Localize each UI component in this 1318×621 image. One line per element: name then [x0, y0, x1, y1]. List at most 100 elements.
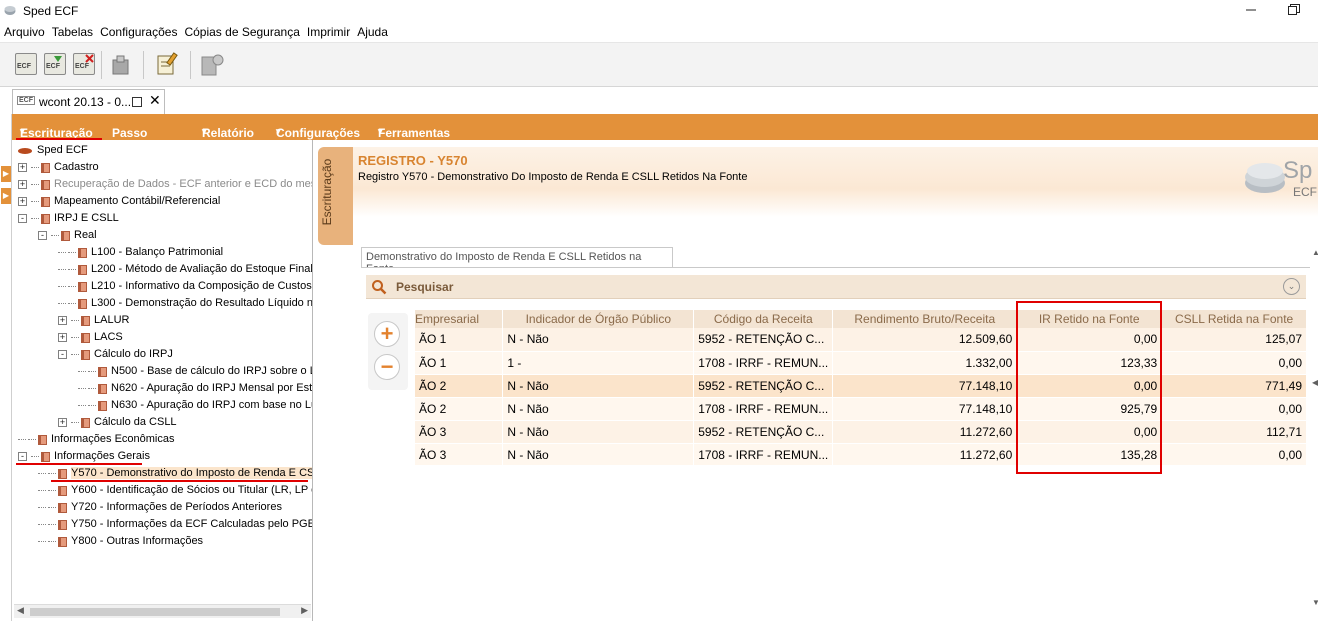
table-cell[interactable]: 77.148,10 — [832, 374, 1018, 398]
tree-item[interactable]: + Recuperação de Dados - ECF anterior e E… — [18, 176, 312, 193]
tree-item[interactable]: L210 - Informativo da Composição de Cust… — [58, 278, 312, 295]
tree-item[interactable]: N620 - Apuração do IRPJ Mensal por Estim — [78, 380, 312, 397]
table-cell[interactable]: ÃO 3 — [415, 420, 504, 444]
table-cell[interactable]: 125,07 — [1161, 328, 1307, 352]
menu-arquivo[interactable]: Arquivo — [0, 22, 48, 39]
table-cell[interactable]: 0,00 — [1161, 443, 1307, 465]
column-header[interactable]: Empresarial — [415, 310, 504, 328]
table-cell[interactable]: ÃO 3 — [415, 443, 504, 465]
tree-item[interactable]: + LACS — [58, 329, 123, 346]
table-cell[interactable]: N - Não — [502, 420, 695, 444]
scroll-up-icon[interactable]: ▲ — [1312, 248, 1318, 257]
table-cell[interactable]: 11.272,60 — [832, 420, 1018, 444]
table-cell[interactable]: ÃO 2 — [415, 374, 504, 398]
menu-copias-de-seguranca[interactable]: Cópias de Segurança — [180, 22, 302, 39]
table-row[interactable]: ÃO 2N - Não 5952 - RETENÇÃO C... 77.148,10… — [415, 374, 1307, 398]
table-cell[interactable]: 771,49 — [1161, 374, 1307, 398]
tree-expander-icon[interactable]: - — [58, 350, 67, 359]
new-ecf-button[interactable]: ECF — [15, 53, 37, 75]
add-row-button[interactable]: + — [374, 321, 400, 347]
table-row[interactable]: ÃO 1N - Não 5952 - RETENÇÃO C... 12.509,60… — [415, 328, 1307, 352]
menu-imprimir[interactable]: Imprimir — [303, 22, 353, 39]
chevron-down-icon[interactable]: ⌄ — [1283, 278, 1300, 295]
scroll-right-icon[interactable]: ▶ — [301, 605, 308, 616]
table-cell[interactable]: ÃO 2 — [415, 397, 504, 421]
tree-item[interactable]: Sped ECF — [18, 142, 88, 159]
table-cell[interactable]: N - Não — [502, 397, 695, 421]
table-cell[interactable]: 11.272,60 — [832, 443, 1018, 465]
table-cell[interactable]: 0,00 — [1161, 397, 1307, 421]
tree-item[interactable]: - IRPJ E CSLL — [18, 210, 119, 227]
minimize-icon[interactable] — [1244, 2, 1258, 16]
tree-expander-icon[interactable]: + — [58, 333, 67, 342]
column-header[interactable]: Rendimento Bruto/Receita — [832, 310, 1018, 328]
table-cell[interactable]: 12.509,60 — [832, 328, 1018, 352]
tree-item[interactable]: Y800 - Outras Informações — [38, 533, 203, 550]
validate-icon[interactable] — [111, 54, 131, 76]
column-header[interactable]: Código da Receita — [693, 310, 834, 328]
table-cell[interactable]: 1708 - IRRF - REMUN... — [693, 443, 834, 465]
tree-expander-icon[interactable]: + — [18, 180, 27, 189]
tree-item[interactable]: + Cálculo da CSLL — [58, 414, 177, 431]
import-ecf-button[interactable]: ECF — [44, 53, 66, 75]
column-header[interactable]: CSLL Retida na Fonte — [1161, 310, 1307, 328]
tree-item[interactable]: L300 - Demonstração do Resultado Líquido… — [58, 295, 312, 312]
table-cell[interactable]: N - Não — [502, 443, 695, 465]
table-row[interactable]: ÃO 3N - Não 5952 - RETENÇÃO C... 11.272,60… — [415, 420, 1307, 444]
tree-item[interactable]: + Cadastro — [18, 159, 99, 176]
menu-configuracoes[interactable]: Configurações — [96, 22, 180, 39]
delete-ecf-button[interactable]: ECF — [73, 53, 95, 75]
record-tab[interactable]: Demonstrativo do Imposto de Renda E CSLL… — [361, 247, 673, 275]
settings-icon[interactable] — [200, 53, 226, 77]
tree-item[interactable]: - Real — [38, 227, 97, 244]
tree-item[interactable]: L100 - Balanço Patrimonial — [58, 244, 223, 261]
vertical-tab-escrituracao[interactable]: Escrituração — [318, 147, 353, 245]
tree-expander-icon[interactable]: + — [58, 316, 67, 325]
tree-expander-icon[interactable]: + — [18, 197, 27, 206]
table-row[interactable]: ÃO 3N - Não 1708 - IRRF - REMUN... 11.272,… — [415, 443, 1307, 465]
table-cell[interactable]: 5952 - RETENÇÃO C... — [693, 328, 834, 352]
tree-expander-icon[interactable]: - — [18, 214, 27, 223]
expand-arrow-icon[interactable]: ▶ — [1, 166, 11, 182]
table-cell[interactable]: N - Não — [502, 328, 695, 352]
tree-item[interactable]: Y600 - Identificação de Sócios ou Titula… — [38, 482, 312, 499]
table-cell[interactable]: 112,71 — [1161, 420, 1307, 444]
tree-item[interactable]: N630 - Apuração do IRPJ com base no Luc — [78, 397, 312, 414]
tree-item[interactable]: + LALUR — [58, 312, 129, 329]
table-cell[interactable]: 1708 - IRRF - REMUN... — [693, 397, 834, 421]
table-cell[interactable]: 0,00 — [1161, 351, 1307, 375]
scroll-thumb[interactable] — [30, 608, 280, 616]
table-cell[interactable]: 1708 - IRRF - REMUN... — [693, 351, 834, 375]
table-row[interactable]: ÃO 2N - Não 1708 - IRRF - REMUN... 77.148,… — [415, 397, 1307, 421]
vertical-scrollbar[interactable]: ▲ ◀ ▼ — [1312, 248, 1318, 618]
tree-expander-icon[interactable]: - — [18, 452, 27, 461]
edit-record-icon[interactable] — [156, 52, 180, 76]
tree-horizontal-scrollbar[interactable]: ◀ ▶ — [14, 604, 311, 618]
document-tab[interactable]: ECF wcont 20.13 - 0... ✕ — [12, 89, 165, 114]
table-cell[interactable]: ÃO 1 — [415, 351, 504, 375]
table-cell[interactable]: N - Não — [502, 374, 695, 398]
menu-tabelas[interactable]: Tabelas — [48, 22, 96, 39]
tree-item[interactable]: Y750 - Informações da ECF Calculadas pel… — [38, 516, 312, 533]
scroll-left-icon[interactable]: ◀ — [17, 605, 24, 616]
tree-item[interactable]: - Cálculo do IRPJ — [58, 346, 173, 363]
search-bar[interactable]: Pesquisar ⌄ — [366, 275, 1306, 299]
table-row[interactable]: ÃO 11 -1708 - IRRF - REMUN... 1.332,00 123… — [415, 351, 1307, 375]
column-header[interactable]: Indicador de Órgão Público — [502, 310, 695, 328]
scroll-mark-icon[interactable]: ◀ — [1312, 378, 1318, 387]
table-cell[interactable]: 77.148,10 — [832, 397, 1018, 421]
tree-expander-icon[interactable]: - — [38, 231, 47, 240]
tree-item[interactable]: Y720 - Informações de Períodos Anteriore… — [38, 499, 282, 516]
tree-expander-icon[interactable]: + — [58, 418, 67, 427]
restore-icon[interactable] — [1288, 4, 1300, 16]
table-cell[interactable]: 5952 - RETENÇÃO C... — [693, 374, 834, 398]
tree-item[interactable]: Informações Econômicas — [18, 431, 175, 448]
scroll-down-icon[interactable]: ▼ — [1312, 598, 1318, 607]
tree-expander-icon[interactable]: + — [18, 163, 27, 172]
expand-arrow-icon[interactable]: ▶ — [1, 188, 11, 204]
table-cell[interactable]: 1 - — [502, 351, 695, 375]
tree-item[interactable]: L200 - Método de Avaliação do Estoque Fi… — [58, 261, 312, 278]
remove-row-button[interactable]: − — [374, 354, 400, 380]
table-cell[interactable]: 5952 - RETENÇÃO C... — [693, 420, 834, 444]
tree-item[interactable]: N500 - Base de cálculo do IRPJ sobre o L… — [78, 363, 312, 380]
